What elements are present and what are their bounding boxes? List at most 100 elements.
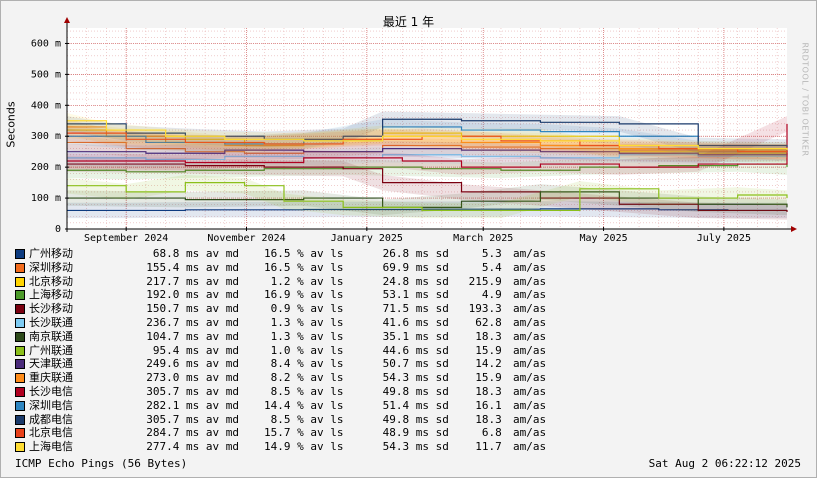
- legend-stat: 8.5 % av ls: [264, 385, 344, 398]
- legend-stat: 249.6 ms av md: [133, 357, 239, 371]
- legend-stat: 6.8: [462, 426, 502, 440]
- legend-series-name: 深圳移动: [29, 260, 73, 274]
- legend-series-name: 天津联通: [29, 357, 73, 371]
- legend-stat: 69.9 ms sd: [376, 260, 449, 274]
- legend-stat: 62.8: [462, 316, 502, 329]
- legend-stat: 11.7: [462, 440, 502, 454]
- legend-stat: 18.3: [462, 412, 502, 426]
- x-axis-arrow: [791, 226, 797, 232]
- legend-stat: am/as: [513, 247, 547, 260]
- legend-stat: 155.4 ms av md: [133, 260, 239, 274]
- y-tick-label: 200 m: [31, 162, 61, 173]
- legend-stat: 1.2 % av ls: [264, 274, 344, 288]
- y-axis-arrow: [64, 17, 70, 23]
- legend-stat: 68.8 ms av md: [133, 247, 239, 260]
- legend-stat: 305.7 ms av md: [133, 385, 239, 398]
- legend-swatch: [15, 304, 25, 315]
- x-tick-label: September 2024: [84, 233, 168, 244]
- y-tick-label: 400 m: [31, 100, 61, 111]
- legend-stat: am/as: [513, 385, 547, 398]
- legend-stat: 49.8 ms sd: [376, 385, 449, 398]
- legend-stat: 1.3 % av ls: [264, 316, 344, 329]
- legend-stat: 18.3: [462, 385, 502, 398]
- legend-series-name: 成都电信: [29, 412, 73, 426]
- legend-stat: 49.8 ms sd: [376, 412, 449, 426]
- legend-series-name: 上海移动: [29, 288, 73, 302]
- legend-stat: am/as: [513, 357, 547, 371]
- legend-stat: 48.9 ms sd: [376, 426, 449, 440]
- legend-stat: am/as: [513, 412, 547, 426]
- legend-stat: 5.3: [462, 247, 502, 260]
- legend-stat: 53.1 ms sd: [376, 288, 449, 302]
- legend-stat: 14.9 % av ls: [264, 440, 344, 454]
- legend-stat: 236.7 ms av md: [133, 316, 239, 329]
- legend-stat: 16.5 % av ls: [264, 247, 344, 260]
- legend-stat: 273.0 ms av md: [133, 371, 239, 385]
- legend-series-name: 深圳电信: [29, 398, 73, 412]
- legend-swatch: [15, 345, 25, 356]
- legend-series-name: 长沙联通: [29, 316, 73, 329]
- legend-stat: 14.2: [462, 357, 502, 371]
- legend-series-name: 上海电信: [29, 440, 73, 454]
- legend-series-name: 北京移动: [29, 274, 73, 288]
- x-tick-label: May 2025: [579, 233, 627, 244]
- legend-swatch: [15, 414, 25, 425]
- legend-swatch: [15, 331, 25, 342]
- legend-stat: am/as: [513, 329, 547, 343]
- legend-stat: am/as: [513, 316, 547, 329]
- x-tick-label: January 2025: [331, 233, 403, 244]
- legend-swatch: [15, 428, 25, 439]
- legend-stat: 41.6 ms sd: [376, 316, 449, 329]
- legend-stat: 104.7 ms av md: [133, 329, 239, 343]
- legend-stat: 277.4 ms av md: [133, 440, 239, 454]
- footer-timestamp: Sat Aug 2 06:22:12 2025: [648, 457, 801, 470]
- legend-stat: 24.8 ms sd: [376, 274, 449, 288]
- legend-stat: 16.9 % av ls: [264, 288, 344, 302]
- legend-stat: 15.9: [462, 343, 502, 357]
- legend-stat: 15.7 % av ls: [264, 426, 344, 440]
- legend-stat: 16.5 % av ls: [264, 260, 344, 274]
- legend-stat: am/as: [513, 371, 547, 385]
- legend-stat: 150.7 ms av md: [133, 302, 239, 316]
- legend-stat: am/as: [513, 426, 547, 440]
- legend-series-name: 广州移动: [29, 247, 73, 260]
- footer-probe-label: ICMP Echo Pings (56 Bytes): [15, 457, 188, 470]
- legend-swatch: [15, 262, 25, 273]
- legend-stat: 284.7 ms av md: [133, 426, 239, 440]
- y-tick-label: 100 m: [31, 193, 61, 204]
- legend-stat: 16.1: [462, 398, 502, 412]
- x-tick-label: March 2025: [453, 233, 513, 244]
- legend-stat: 1.0 % av ls: [264, 343, 344, 357]
- legend-stat: am/as: [513, 440, 547, 454]
- legend-stat: 282.1 ms av md: [133, 398, 239, 412]
- legend-stat: am/as: [513, 302, 547, 316]
- y-tick-label: 500 m: [31, 69, 61, 80]
- legend-stat: 4.9: [462, 288, 502, 302]
- legend-stat: am/as: [513, 274, 547, 288]
- legend-stat: 0.9 % av ls: [264, 302, 344, 316]
- y-tick-label: 300 m: [31, 131, 61, 142]
- legend-stat: 51.4 ms sd: [376, 398, 449, 412]
- x-tick-label: July 2025: [697, 233, 751, 244]
- legend-stat: 95.4 ms av md: [133, 343, 239, 357]
- legend-stat: 8.4 % av ls: [264, 357, 344, 371]
- legend-stat: 193.3: [462, 302, 502, 316]
- y-tick-label: 0: [55, 224, 61, 235]
- legend-stat: am/as: [513, 343, 547, 357]
- legend-series-name: 重庆联通: [29, 371, 73, 385]
- legend-stat: 54.3 ms sd: [376, 371, 449, 385]
- legend-swatch: [15, 318, 25, 328]
- legend-stat: am/as: [513, 288, 547, 302]
- legend-stat: 26.8 ms sd: [376, 247, 449, 260]
- legend-stat: 5.4: [462, 260, 502, 274]
- legend-stat: 1.3 % av ls: [264, 329, 344, 343]
- legend-stat: 44.6 ms sd: [376, 343, 449, 357]
- legend-stat: 54.3 ms sd: [376, 440, 449, 454]
- legend-stat: 217.7 ms av md: [133, 274, 239, 288]
- legend-stat: 192.0 ms av md: [133, 288, 239, 302]
- legend-swatch: [15, 442, 25, 453]
- legend-swatch: [15, 290, 25, 301]
- x-tick-label: November 2024: [207, 233, 285, 244]
- legend-swatch: [15, 387, 25, 397]
- legend-stat: 15.9: [462, 371, 502, 385]
